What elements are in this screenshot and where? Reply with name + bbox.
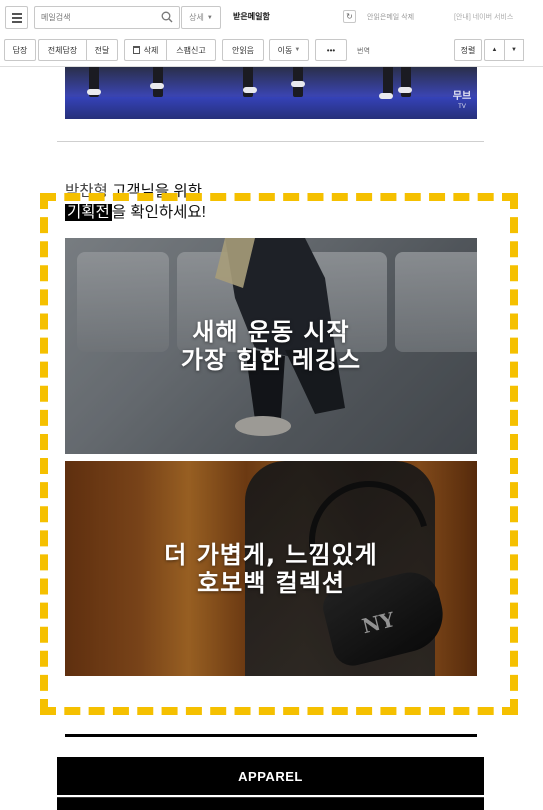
delete-unread-link[interactable]: 안읽은메일 삭제	[367, 12, 414, 22]
mail-toolbar-top: 상세 ▼ 받은메일함 ↻ 안읽은메일 삭제 [안내] 네이버 서비스	[0, 0, 543, 35]
highlight-keyword: 기획전	[65, 204, 112, 221]
bag-category-button[interactable]: BAG	[57, 797, 484, 810]
reply-all-button[interactable]: 전체답장	[38, 39, 86, 61]
refresh-icon: ↻	[346, 12, 353, 21]
banner-title: 더 가볍게, 느낌있게 호보백 컬렉션	[164, 541, 378, 597]
chevron-down-icon: ▼	[206, 14, 213, 21]
trash-icon	[132, 46, 140, 54]
sort-button[interactable]: 정렬	[454, 39, 482, 61]
search-input[interactable]	[41, 10, 156, 25]
hamburger-icon	[12, 13, 22, 15]
banner-title: 새해 운동 시작 가장 힙한 레깅스	[180, 318, 362, 374]
apparel-category-button[interactable]: APPAREL	[57, 757, 484, 795]
more-icon: •••	[326, 45, 336, 55]
spam-report-button[interactable]: 스팸신고	[166, 39, 216, 61]
next-mail-button[interactable]: ▼	[504, 39, 524, 61]
move-dropdown[interactable]: 이동 ▼	[269, 39, 309, 61]
chevron-up-icon: ▲	[491, 47, 498, 53]
divider	[57, 141, 484, 142]
mark-unread-button[interactable]: 안읽음	[222, 39, 264, 61]
translate-link[interactable]: 번역	[357, 46, 370, 56]
mail-toolbar-actions: 답장 전체답장 전달 삭제 스팸신고 안읽음 이동 ▼ ••• 번역 정렬 ▲ ▼	[0, 35, 543, 67]
chevron-down-icon: ▼	[511, 47, 517, 53]
refresh-button[interactable]: ↻	[343, 10, 356, 23]
mail-search-box	[34, 6, 180, 29]
promo-headline: 박찬형 고객님을 위한 기획전 을 확인하세요!	[65, 183, 206, 221]
menu-button[interactable]	[5, 6, 28, 29]
more-button[interactable]: •••	[315, 39, 347, 61]
prev-mail-button[interactable]: ▲	[484, 39, 504, 61]
detail-search-button[interactable]: 상세 ▼	[181, 6, 221, 29]
reply-button[interactable]: 답장	[4, 39, 36, 61]
video-watermark-logo: 무브 TV	[452, 91, 472, 110]
leggings-promo-banner[interactable]: 새해 운동 시작 가장 힙한 레깅스	[65, 238, 477, 454]
page-title: 받은메일함	[233, 12, 270, 21]
hobo-bag-promo-banner[interactable]: NY 더 가볍게, 느낌있게 호보백 컬렉션	[65, 461, 477, 676]
customer-name: 박찬형	[65, 183, 108, 200]
notice-link[interactable]: [안내] 네이버 서비스	[454, 12, 513, 22]
search-icon[interactable]	[161, 11, 173, 23]
divider	[65, 734, 477, 737]
chevron-down-icon: ▼	[294, 47, 301, 53]
delete-button[interactable]: 삭제	[124, 39, 166, 61]
forward-button[interactable]: 전달	[86, 39, 118, 61]
dance-video-image: 무브 TV	[65, 67, 477, 119]
